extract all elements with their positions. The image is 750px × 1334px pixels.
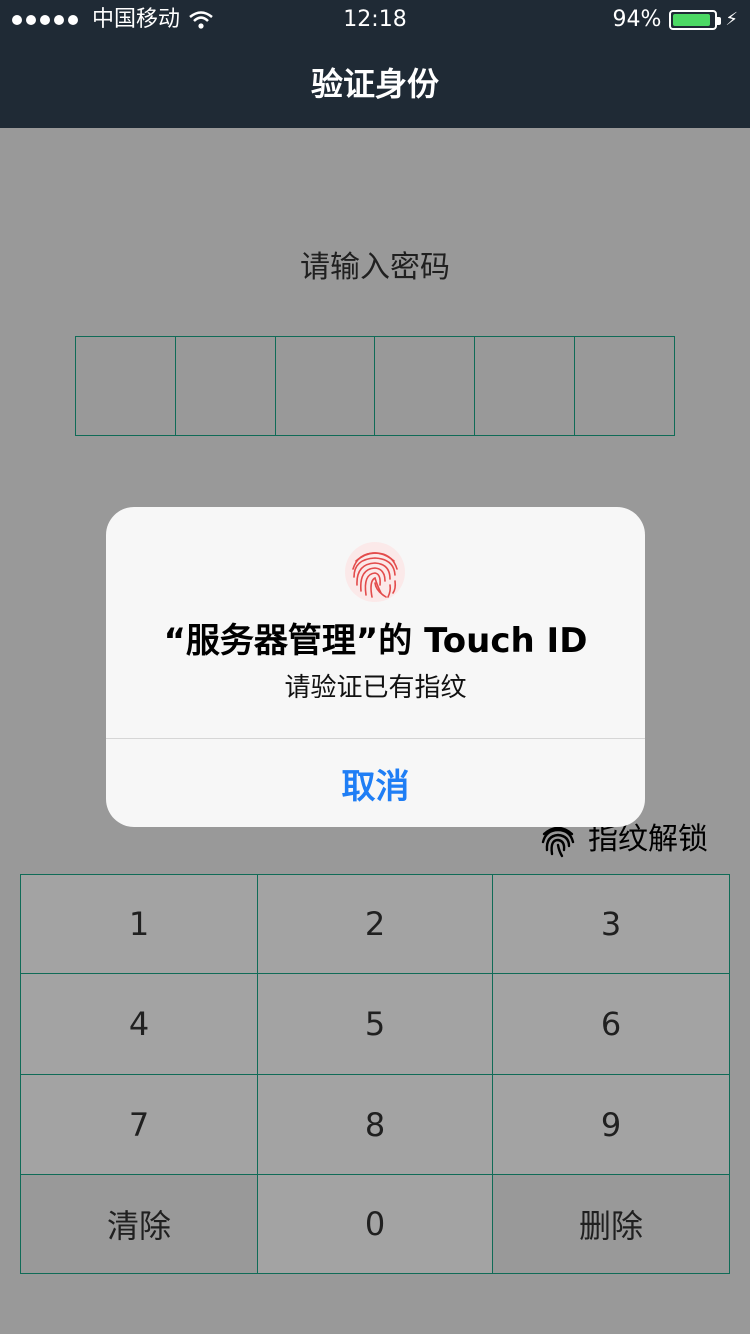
alert-message: 请验证已有指纹 — [284, 673, 467, 703]
status-bar: 中国移动 12:18 94% ⚡ — [0, 0, 750, 40]
status-right: 94% ⚡ — [612, 6, 738, 34]
navigation-bar: 验证身份 — [0, 40, 750, 128]
battery-icon — [669, 10, 722, 30]
page-title: 验证身份 — [310, 65, 439, 103]
touch-id-alert: “服务器管理”的 Touch ID 请验证已有指纹 取消 — [106, 507, 645, 827]
cancel-button[interactable]: 取消 — [106, 739, 645, 827]
battery-percent: 94% — [612, 7, 662, 32]
charging-bolt-icon: ⚡ — [725, 9, 738, 30]
fingerprint-icon — [345, 542, 405, 602]
alert-title: “服务器管理”的 Touch ID — [163, 621, 588, 661]
